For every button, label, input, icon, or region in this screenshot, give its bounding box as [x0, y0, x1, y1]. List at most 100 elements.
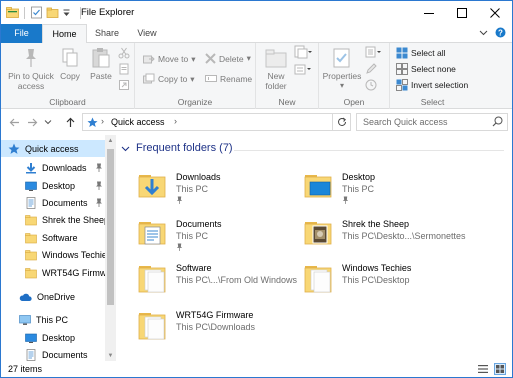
help-icon[interactable]: ?: [495, 27, 506, 40]
back-button[interactable]: [7, 115, 21, 129]
nav-item-this-pc-desktop[interactable]: Desktop: [1, 329, 105, 346]
software-folder-icon: [138, 266, 166, 293]
window-title: File Explorer: [81, 7, 135, 18]
search-box[interactable]: Search Quick access: [356, 113, 508, 131]
pin-label-2: access: [17, 81, 45, 91]
edit-icon[interactable]: [365, 63, 377, 77]
nav-scrollbar[interactable]: ▲ ▼: [105, 135, 116, 361]
folder-icon: [25, 267, 37, 278]
properties-button[interactable]: Properties ▾: [321, 47, 363, 91]
close-button[interactable]: [480, 1, 510, 24]
invert-selection-button[interactable]: Invert selection: [396, 79, 468, 91]
large-icons-view-icon[interactable]: [494, 363, 506, 375]
nav-item-windows-techies[interactable]: Windows Techies: [1, 246, 111, 263]
search-input[interactable]: Search Quick access: [363, 117, 448, 127]
select-none-label: Select none: [411, 64, 456, 74]
tab-file[interactable]: File: [1, 24, 42, 43]
recent-locations-button[interactable]: [41, 115, 55, 129]
refresh-button[interactable]: [332, 113, 350, 131]
pin-to-quick-access-button[interactable]: Pin to Quick access: [5, 47, 57, 91]
new-folder-qat-icon[interactable]: [46, 6, 59, 19]
folder-name: Desktop: [342, 172, 376, 182]
copy-to-button[interactable]: Copy to ▾: [143, 73, 195, 85]
folder-tile-documents[interactable]: Documents This PC: [136, 216, 296, 260]
scroll-up-icon[interactable]: ▲: [105, 135, 116, 146]
details-view-icon[interactable]: [477, 363, 489, 375]
folder-tile-software[interactable]: Software This PC\...\From Old Windows: [136, 260, 297, 304]
properties-dropdown-icon: ▾: [339, 81, 344, 90]
address-bar[interactable]: › Quick access ›: [82, 113, 406, 131]
easy-access-icon[interactable]: [294, 63, 312, 77]
folder-tile-shrek-the-sheep[interactable]: Shrek the Sheep This PC\Deskto...\Sermon…: [302, 216, 466, 260]
maximize-button[interactable]: [447, 1, 477, 24]
address-path: Quick access: [111, 117, 165, 127]
nav-item-label: WRT54G Firmwa: [42, 267, 112, 278]
move-to-icon: [143, 55, 155, 64]
documents-folder-icon: [138, 222, 166, 245]
nav-item-wrt54g-firmware[interactable]: WRT54G Firmwa: [1, 264, 111, 281]
scroll-thumb[interactable]: [107, 149, 114, 305]
new-item-icon[interactable]: [294, 45, 312, 61]
ribbon-expand-icon[interactable]: [479, 28, 488, 39]
nav-item-label: Quick access: [25, 143, 79, 154]
nav-item-desktop[interactable]: Desktop: [1, 177, 105, 194]
file-explorer-window: File Explorer File Home Share View ? Pin…: [0, 0, 513, 378]
history-icon[interactable]: [365, 79, 377, 93]
paste-button[interactable]: Paste: [87, 47, 115, 81]
copy-path-icon[interactable]: [118, 63, 130, 77]
new-folder-icon: [265, 49, 287, 68]
breadcrumb-chevron-icon-2: ›: [174, 116, 177, 126]
customize-qat-icon[interactable]: [62, 6, 75, 19]
nav-item-documents[interactable]: Documents: [1, 194, 105, 211]
status-bar: 27 items: [1, 361, 512, 377]
nav-item-label: Desktop: [42, 332, 76, 343]
forward-button[interactable]: [25, 115, 39, 129]
frequent-folders-header[interactable]: Frequent folders (7): [121, 142, 233, 154]
folder-tile-downloads[interactable]: Downloads This PC: [136, 169, 296, 213]
tab-share[interactable]: Share: [87, 24, 127, 43]
folder-tile-desktop[interactable]: Desktop This PC: [302, 169, 462, 213]
svg-text:?: ?: [498, 29, 503, 38]
windows-techies-folder-icon: [304, 266, 332, 293]
select-group: Select all Select none Invert selection …: [390, 43, 475, 109]
refresh-icon: [337, 117, 346, 126]
nav-item-this-pc-documents[interactable]: Documents: [1, 346, 105, 361]
scroll-down-icon[interactable]: ▼: [105, 350, 116, 361]
new-group: New folder New: [256, 43, 319, 109]
qat-separator: [24, 6, 25, 19]
move-to-button[interactable]: Move to ▾: [143, 53, 196, 65]
tab-view[interactable]: View: [127, 24, 167, 43]
desktop-folder-icon: [304, 175, 332, 198]
select-all-icon: [396, 47, 408, 59]
nav-item-onedrive[interactable]: OneDrive: [1, 288, 105, 305]
up-button[interactable]: [63, 115, 77, 129]
folder-name: Windows Techies: [342, 263, 412, 273]
paste-shortcut-icon[interactable]: [118, 79, 130, 93]
copy-button[interactable]: Copy: [57, 47, 83, 81]
select-all-button[interactable]: Select all: [396, 47, 446, 59]
folder-name: Shrek the Sheep: [342, 219, 410, 229]
nav-item-this-pc[interactable]: This PC: [1, 311, 105, 328]
nav-item-downloads[interactable]: Downloads: [1, 159, 105, 176]
invert-selection-icon: [396, 79, 408, 91]
new-folder-button[interactable]: New folder: [259, 47, 293, 91]
folder-tile-windows-techies[interactable]: Windows Techies This PC\Desktop: [302, 260, 462, 304]
minimize-button[interactable]: [414, 1, 444, 24]
open-icon[interactable]: [365, 46, 383, 60]
select-none-button[interactable]: Select none: [396, 63, 456, 75]
cut-icon[interactable]: [118, 47, 130, 61]
organize-group: Move to ▾ Copy to ▾ Delete ▾ Rename Orga…: [135, 43, 256, 109]
nav-item-shrek-the-sheep[interactable]: Shrek the Sheep: [1, 211, 109, 228]
navigation-bar: › Quick access › Search Quick access: [1, 110, 512, 134]
pin-icon: [26, 49, 36, 67]
folder-tile-wrt54g-firmware[interactable]: WRT54G Firmware This PC\Downloads: [136, 307, 296, 351]
nav-item-software[interactable]: Software: [1, 229, 105, 246]
properties-qat-icon[interactable]: [30, 6, 43, 19]
nav-item-quick-access[interactable]: Quick access: [1, 140, 105, 157]
title-bar: File Explorer: [1, 1, 512, 24]
delete-button[interactable]: Delete ▾: [205, 53, 251, 64]
chevron-down-icon: [44, 120, 52, 125]
rename-button[interactable]: Rename: [205, 73, 252, 84]
select-all-label: Select all: [411, 48, 446, 58]
tab-home[interactable]: Home: [42, 24, 87, 44]
